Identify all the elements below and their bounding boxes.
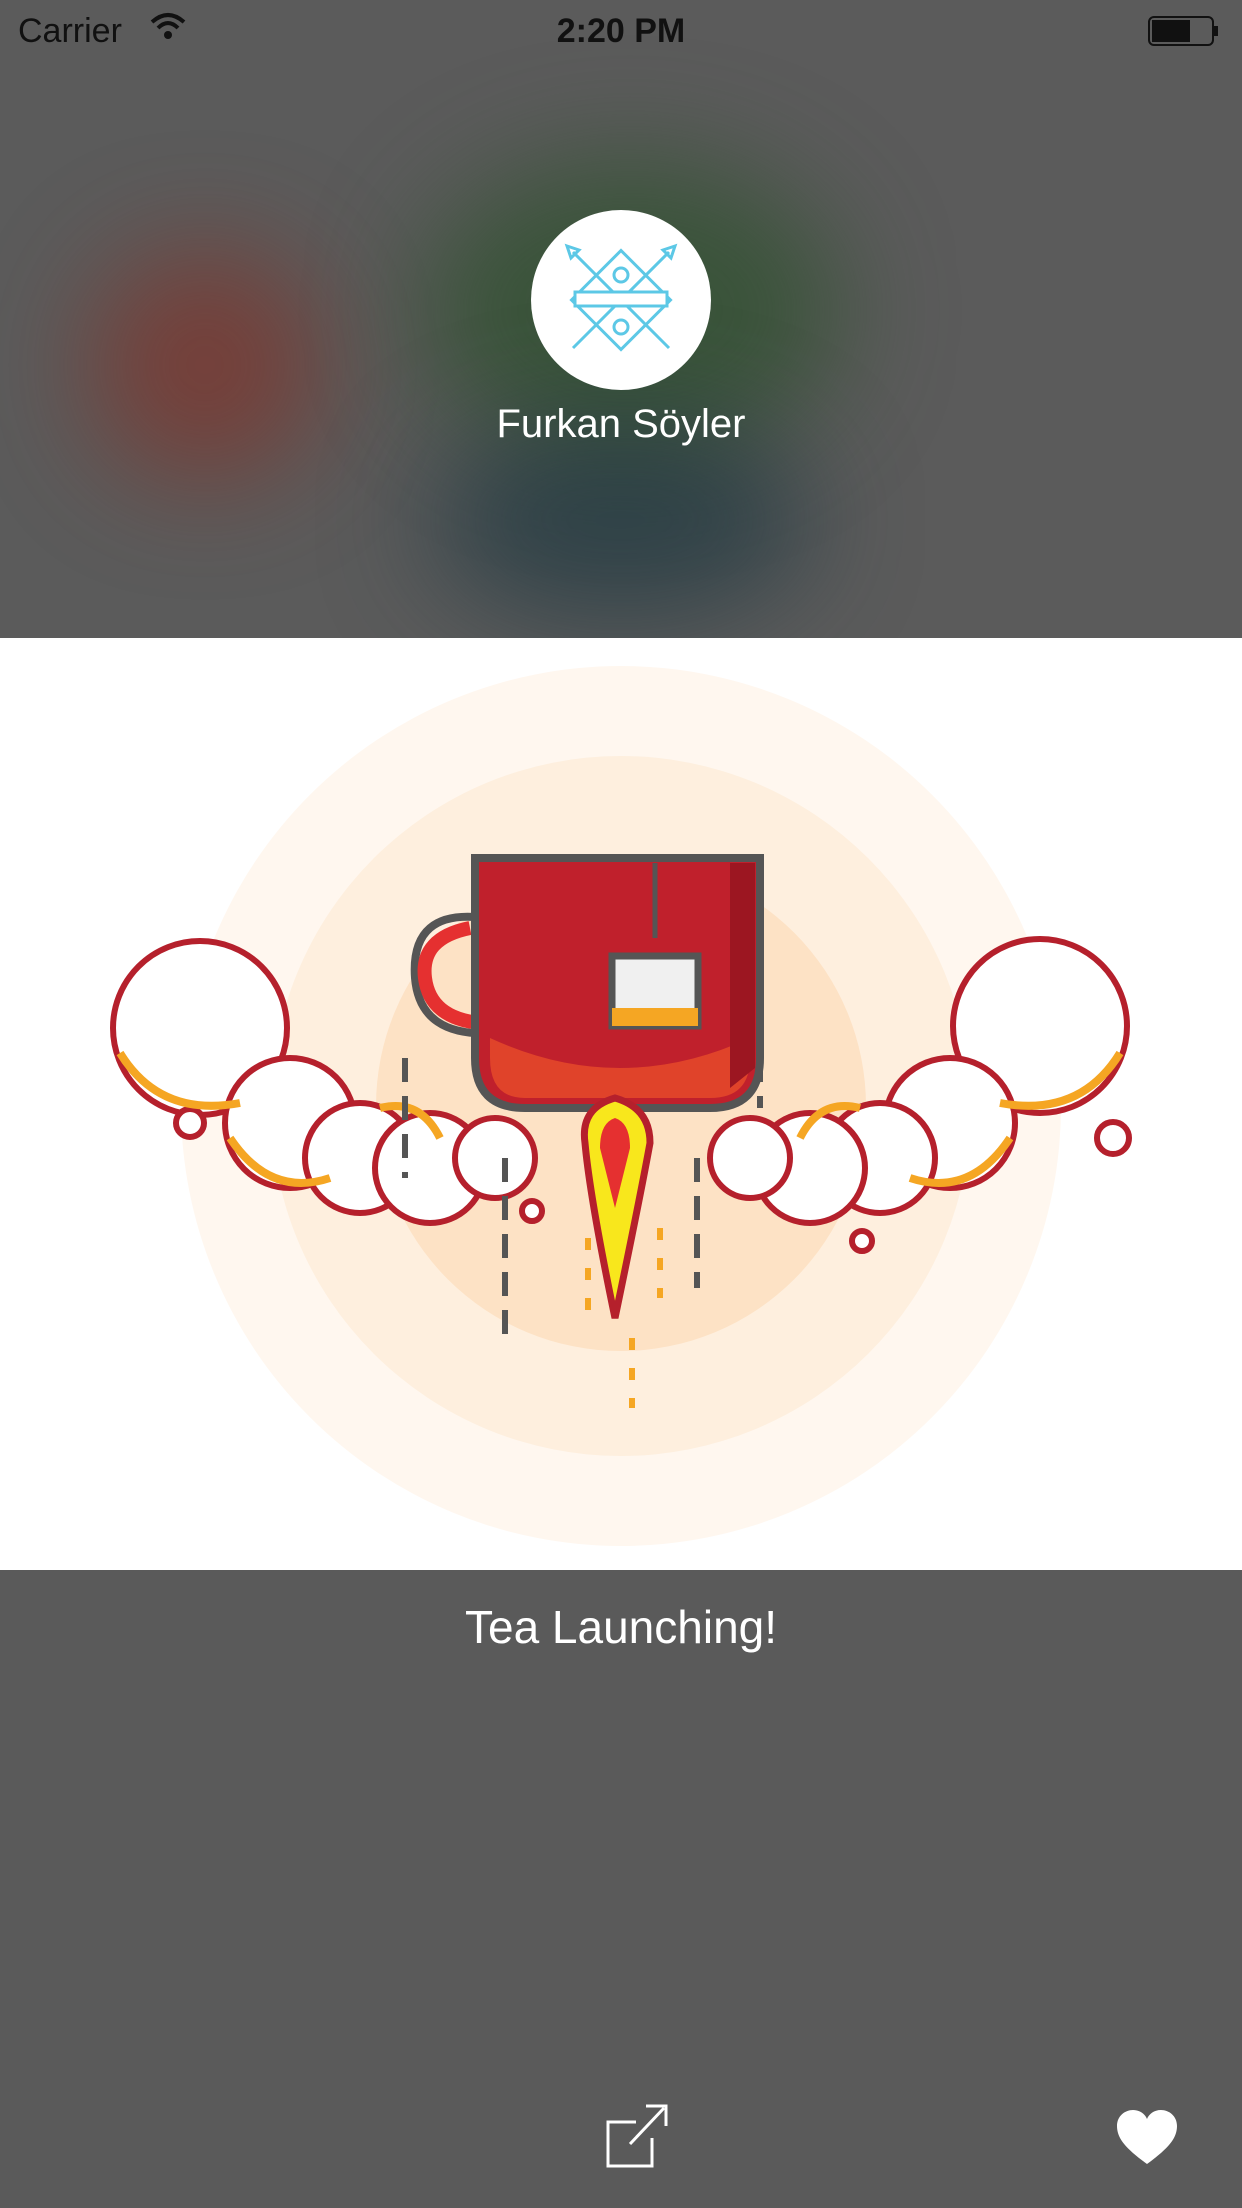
like-button[interactable] (1115, 2108, 1179, 2166)
author-name[interactable]: Furkan Söyler (0, 402, 1242, 447)
profile-header: Carrier 2:20 PM Furkan Söyler (0, 0, 1242, 638)
share-icon (606, 2104, 668, 2168)
status-bar: Carrier 2:20 PM (0, 0, 1242, 60)
status-time: 2:20 PM (556, 12, 686, 50)
battery-icon (1148, 16, 1220, 55)
tea-cup-rocket-illustration (110, 666, 1132, 1546)
background-blur (430, 420, 810, 620)
author-avatar[interactable] (531, 210, 711, 390)
illustrator-animator-badge-icon (564, 243, 678, 352)
shot-image[interactable] (0, 638, 1242, 1570)
share-button[interactable] (600, 2100, 670, 2170)
heart-icon (1117, 2110, 1177, 2164)
shot-title: Tea Launching! (464, 1601, 778, 1653)
